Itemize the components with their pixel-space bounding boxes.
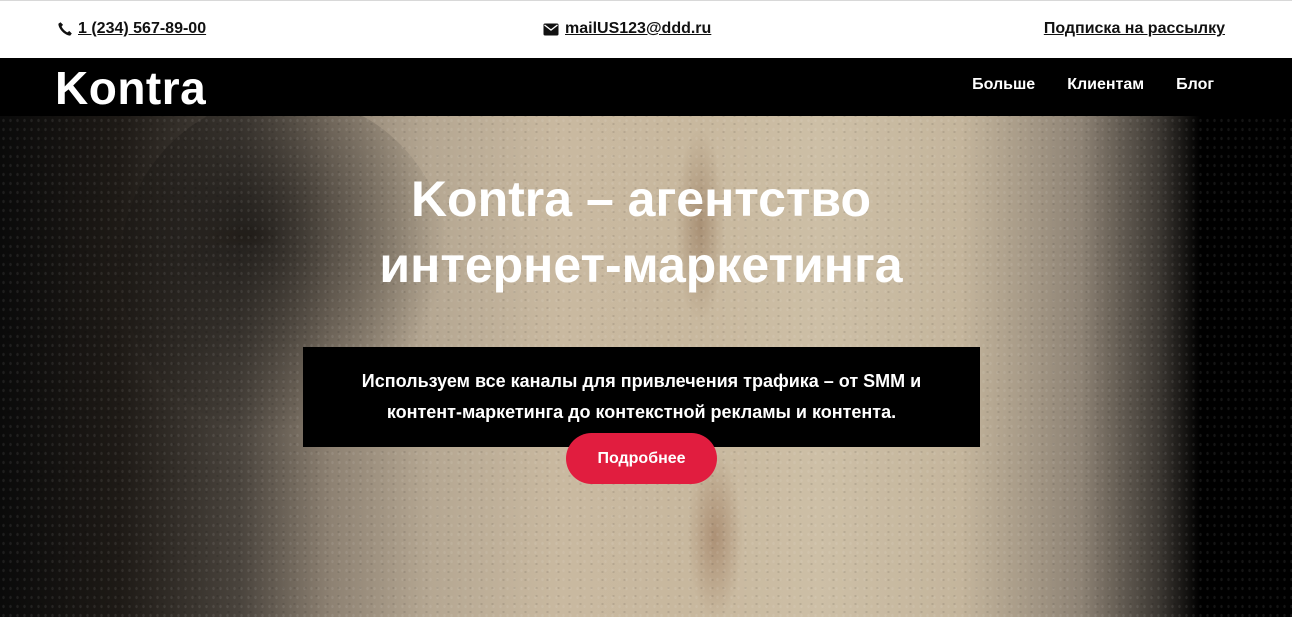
hero-section: Kontra – агентство интернет-маркетинга И… (0, 116, 1292, 617)
email-link[interactable]: mailUS123@ddd.ru (543, 20, 711, 38)
more-button[interactable]: Подробнее (566, 433, 717, 484)
main-nav: Больше Клиентам Блог (972, 76, 1214, 94)
envelope-icon (543, 23, 559, 35)
main-navbar: Kontra Больше Клиентам Блог (0, 58, 1292, 116)
hero-description-line-2: контент-маркетинга до контекстной реклам… (386, 402, 897, 422)
nav-item-clients[interactable]: Клиентам (1067, 76, 1144, 94)
hero-title-line-1: Kontra – агентство (410, 171, 872, 227)
nav-item-more[interactable]: Больше (972, 76, 1035, 94)
top-contact-bar: 1 (234) 567-89-00 mailUS123@ddd.ru Подпи… (0, 0, 1292, 58)
hero-description-line-1: Используем все каналы для привлечения тр… (361, 371, 922, 391)
phone-link[interactable]: 1 (234) 567-89-00 (57, 20, 206, 38)
phone-number: 1 (234) 567-89-00 (78, 20, 207, 37)
hero-title-line-2: интернет-маркетинга (379, 237, 903, 293)
site-logo[interactable]: Kontra (55, 62, 206, 114)
subscribe-link[interactable]: Подписка на рассылку (1044, 20, 1225, 38)
email-address: mailUS123@ddd.ru (565, 20, 712, 37)
hero-title: Kontra – агентство интернет-маркетинга (0, 166, 1282, 298)
hero-description: Используем все каналы для привлечения тр… (303, 347, 980, 447)
nav-item-blog[interactable]: Блог (1176, 76, 1214, 94)
phone-icon (58, 22, 72, 36)
